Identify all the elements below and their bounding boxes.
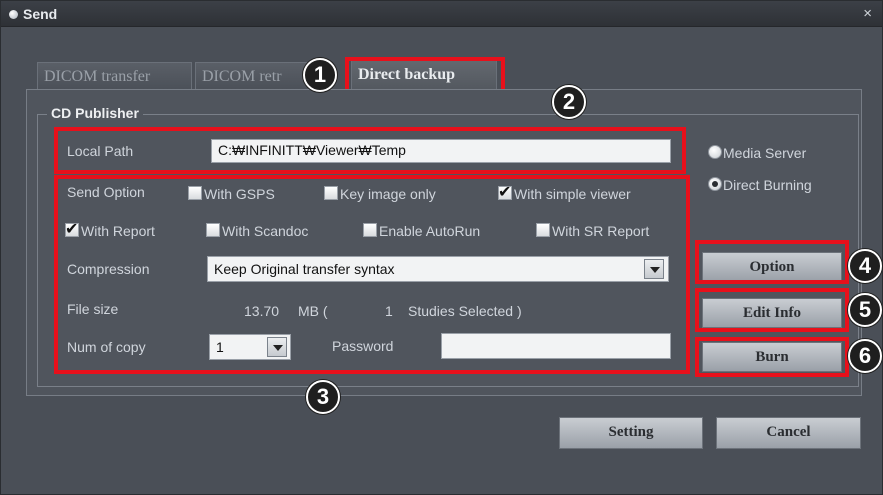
highlight-local-path	[54, 127, 686, 174]
callout-5: 5	[848, 293, 882, 327]
callout-4: 4	[848, 249, 882, 283]
callout-1: 1	[303, 58, 337, 92]
callout-3: 3	[306, 380, 340, 414]
setting-button[interactable]: Setting	[559, 417, 703, 449]
media-server-label: Media Server	[723, 145, 807, 161]
window-icon	[9, 10, 18, 19]
direct-burning-radio[interactable]	[708, 177, 722, 191]
window-title: Send	[23, 6, 58, 22]
title-bar[interactable]: Send ×	[1, 1, 882, 27]
highlight-options	[54, 175, 690, 374]
callout-6: 6	[848, 339, 882, 373]
callout-2: 2	[552, 85, 586, 119]
media-server-radio[interactable]	[708, 145, 722, 159]
highlight-burn-button	[695, 337, 849, 377]
tab-dicom-transfer[interactable]: DICOM transfer	[37, 62, 192, 90]
cd-publisher-title: CD Publisher	[47, 105, 143, 121]
direct-burning-label: Direct Burning	[723, 177, 812, 193]
cancel-button[interactable]: Cancel	[716, 417, 861, 449]
close-icon[interactable]: ×	[863, 5, 872, 22]
send-dialog: Send × DICOM transfer DICOM retr Direct …	[0, 0, 883, 495]
tab-dicom-retrieve[interactable]: DICOM retr	[195, 62, 315, 90]
highlight-edit-info-button	[695, 288, 849, 332]
highlight-option-button	[695, 240, 849, 284]
radio-selected-dot	[712, 181, 718, 187]
